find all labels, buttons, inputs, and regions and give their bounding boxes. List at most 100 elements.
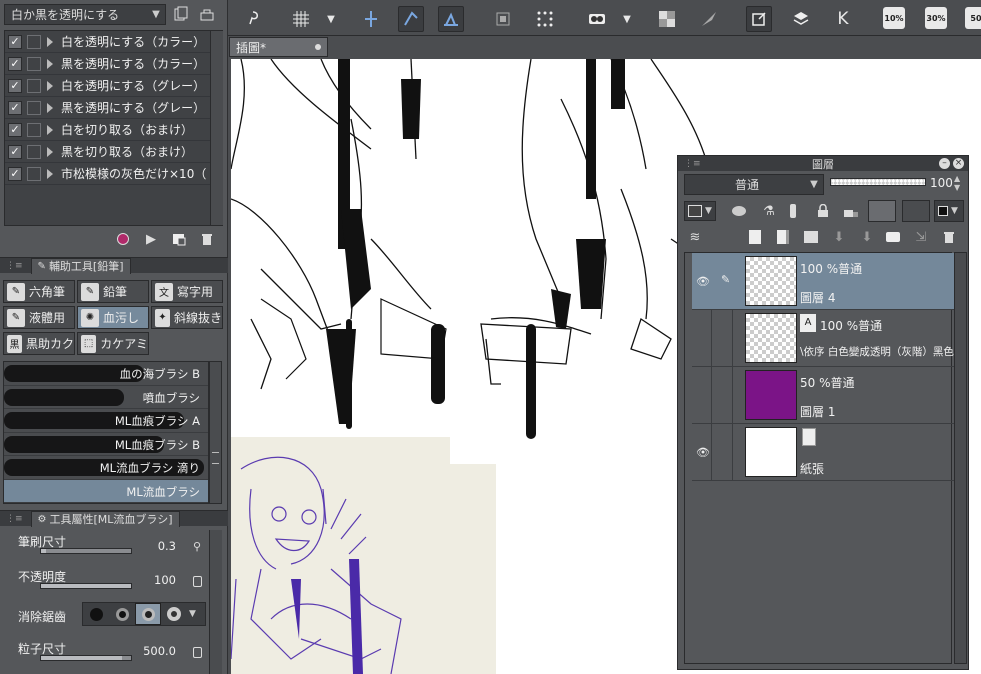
action-item[interactable]: ✓ 白を透明にする（グレー） [5,75,222,97]
reference-icon[interactable]: ⚗ [760,202,778,220]
brush-item[interactable]: ML流血ブラシ 滴り [4,456,208,480]
subtool-button[interactable]: 文寫字用 [151,280,223,303]
brush-item[interactable]: 噴血ブラシ [4,386,208,409]
expand-triangle-icon[interactable] [47,168,53,179]
action-item[interactable]: ✓ 黒を透明にする（グレー） [5,97,222,119]
vector-icon[interactable] [696,6,722,32]
antialias-medium-icon[interactable] [135,603,161,625]
chevron-down-icon[interactable]: ▼ [614,6,640,32]
zoom-30-button[interactable]: 30% [925,7,947,29]
expand-triangle-icon[interactable] [47,124,53,135]
expand-triangle-icon[interactable] [47,36,53,47]
opacity-value[interactable]: 100 [140,573,176,587]
layer-color-mode-button[interactable]: ▼ [934,200,964,222]
dialog-toggle-box[interactable] [27,122,41,137]
property-scrollbar[interactable] [209,530,222,674]
enable-checkbox[interactable]: ✓ [8,166,22,181]
action-item[interactable]: ✓ 白を切り取る（おまけ） [5,119,222,141]
action-item[interactable]: ✓ 市松模様の灰色だけ×10（ [5,163,222,185]
antialias-weak-icon[interactable] [109,603,135,625]
snap-grid-icon[interactable] [438,6,464,32]
snap-ruler-icon[interactable] [358,6,384,32]
eye-icon[interactable]: 👁 [696,275,710,288]
layer-move-icon[interactable]: ≋ [686,228,704,246]
brush-size-value[interactable]: 0.3 [140,539,176,553]
subtool-button[interactable]: ⬚ カケアミ [77,332,149,355]
enable-checkbox[interactable]: ✓ [8,122,22,137]
opacity-slider[interactable] [40,583,132,589]
layer-row[interactable]: 👁 紙張 [692,424,959,481]
trash-icon[interactable] [198,230,216,248]
snap-special-ruler-icon[interactable] [398,6,424,32]
brush-item[interactable]: ML流血ブラシ [4,479,208,503]
transfer-down-icon[interactable]: ⬇ [830,228,848,246]
action-item[interactable]: ✓ 黒を切り取る（おまけ） [5,141,222,163]
mask-layer-icon[interactable] [730,202,748,220]
minimize-icon[interactable]: – [939,158,950,169]
layer-list-scrollbar[interactable] [954,252,967,664]
chevron-down-icon[interactable]: ▼ [189,609,196,619]
color-mixer-icon[interactable] [584,6,610,32]
brush-item[interactable]: ML血痕ブラシ B [4,433,208,456]
close-tab-icon[interactable] [315,44,321,50]
reference-layer-icon[interactable] [902,200,930,222]
apply-mask-icon[interactable]: ⇲ [912,228,930,246]
dotted-selection-icon[interactable] [532,6,558,32]
enable-checkbox[interactable]: ✓ [8,34,22,49]
lock-transparent-icon[interactable] [842,202,860,220]
merge-down-icon[interactable]: ⬇ [858,228,876,246]
action-list-scrollbar[interactable] [210,31,223,225]
crop-icon[interactable] [490,6,516,32]
zoom-50-button[interactable]: 50 [965,7,981,29]
particle-size-value[interactable]: 500.0 [140,644,176,658]
brush-size-pressure-icon[interactable]: ⚲ [188,537,206,555]
enable-checkbox[interactable]: ✓ [8,144,22,159]
new-vector-layer-icon[interactable] [774,228,792,246]
transparency-icon[interactable] [654,6,680,32]
expand-triangle-icon[interactable] [47,58,53,69]
new-folder-icon[interactable] [802,228,820,246]
action-set-dropdown[interactable]: 白か黒を透明にする ▼ [4,4,166,25]
dialog-toggle-box[interactable] [27,78,41,93]
enable-checkbox[interactable]: ✓ [8,56,22,71]
play-icon[interactable]: ▶ [142,230,160,248]
subtool-button[interactable]: ✺ 血污し [77,306,149,329]
draft-icon[interactable] [784,202,802,220]
particle-setting-icon[interactable] [188,643,206,661]
brush-item[interactable]: 血の海ブラシ B [4,362,208,386]
delete-layer-icon[interactable] [940,228,958,246]
zoom-10-button[interactable]: 10% [883,7,905,29]
action-item[interactable]: ✓ 黒を透明にする（カラー） [5,53,222,75]
dialog-toggle-box[interactable] [27,144,41,159]
eye-icon[interactable]: 👁 [696,446,710,459]
dialog-toggle-box[interactable] [27,100,41,115]
brush-list-scrollbar[interactable] [209,361,222,504]
opacity-stepper[interactable]: ▲ ▼ [954,174,960,192]
chevron-down-icon[interactable]: ▼ [318,6,344,32]
dialog-toggle-box[interactable] [27,34,41,49]
action-item[interactable]: ✓ 白を透明にする（カラー） [5,31,222,53]
clipping-icon[interactable] [868,200,896,222]
expand-triangle-icon[interactable] [47,146,53,157]
document-tab[interactable]: 插圖* [229,37,328,57]
blend-mode-dropdown[interactable]: 普通 ▼ [684,174,824,195]
layers-stack-icon[interactable] [788,6,814,32]
grid-icon[interactable] [288,6,314,32]
subtool-button[interactable]: ✎ 液體用 [3,306,75,329]
add-action-icon[interactable] [170,230,188,248]
create-mask-icon[interactable] [884,228,902,246]
action-menu-icon[interactable] [198,5,216,23]
layer-row[interactable]: 👁 ✎ 100 %普通 圖層 4 [692,253,959,310]
close-icon[interactable]: × [953,158,964,169]
brush-item[interactable]: ML血痕ブラシ A [4,409,208,433]
new-raster-layer-icon[interactable] [746,228,764,246]
subtool-button[interactable]: ✎ 六角筆 [3,280,75,303]
dialog-toggle-box[interactable] [27,166,41,181]
opacity-setting-icon[interactable] [188,572,206,590]
subtool-button[interactable]: ✎ 鉛筆 [77,280,149,303]
layer-color-button[interactable]: ▼ [684,201,716,221]
antialias-selector[interactable]: ▼ [82,602,206,626]
kuten-k-icon[interactable]: K [830,6,856,32]
subtool-tab[interactable]: ✎ 輔助工具[鉛筆] [30,257,131,274]
enable-checkbox[interactable]: ✓ [8,100,22,115]
